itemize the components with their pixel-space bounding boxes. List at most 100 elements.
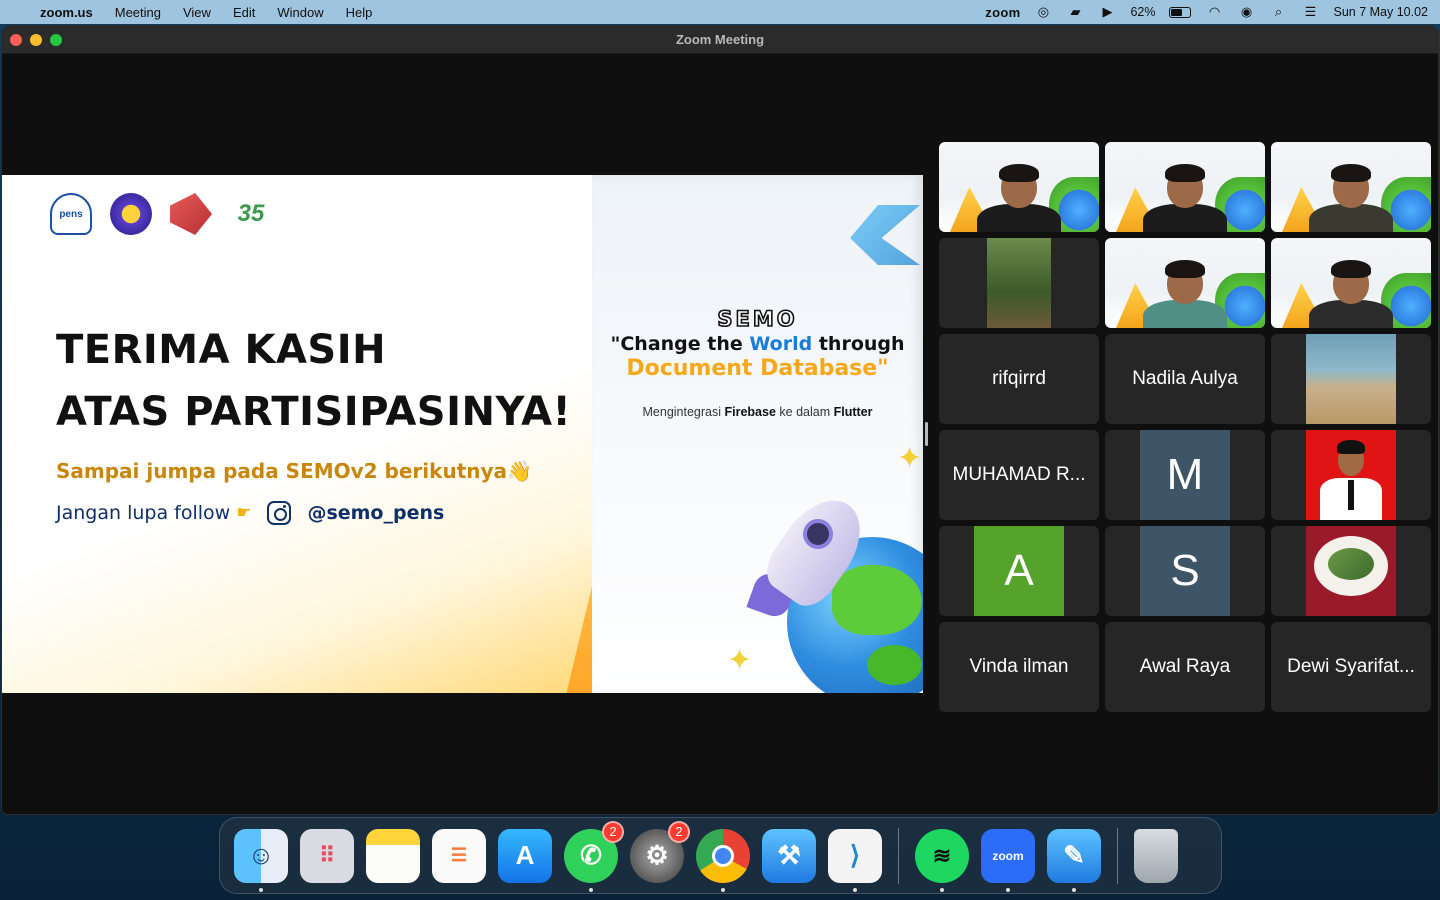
menu-window[interactable]: Window — [277, 5, 323, 20]
notes-icon[interactable] — [366, 828, 420, 883]
developer-tool-icon[interactable]: ✎ — [1047, 828, 1101, 892]
whatsapp-icon[interactable]: ✆ 2 — [564, 820, 624, 892]
battery-percent: 62% — [1130, 5, 1156, 19]
participant-video — [1135, 164, 1235, 232]
zoom-icon-label: zoom — [992, 848, 1024, 863]
org-logo — [110, 193, 152, 235]
participant-gallery: rifqirrd Nadila Aulya MUHAMAD R... M A S… — [939, 142, 1433, 712]
participant-video-tile-active-speaker[interactable] — [1105, 142, 1265, 232]
menu-help[interactable]: Help — [346, 5, 373, 20]
dock-separator — [898, 827, 899, 884]
subtitle-pre: Mengintegrasi — [642, 405, 725, 419]
headline: "Change the World through — [592, 333, 923, 355]
slide-right-panel: SEMO "Change the World through Document … — [592, 175, 923, 693]
participant-name: Awal Raya — [1139, 656, 1231, 677]
subtitle-mid: ke dalam — [775, 405, 834, 419]
participant-tile[interactable]: A — [939, 526, 1099, 616]
participant-tile[interactable]: MUHAMAD R... — [939, 430, 1099, 520]
zoom-status-icon[interactable]: zoom — [985, 5, 1020, 20]
follow-row: Jangan lupa follow ☛ @semo_pens — [56, 501, 444, 525]
user-icon[interactable]: ◉ — [1237, 4, 1255, 19]
participant-avatar: M — [1140, 430, 1230, 520]
participant-video-tile[interactable] — [939, 238, 1099, 328]
flutter-logo-graphic — [850, 205, 920, 265]
participant-video — [987, 238, 1051, 328]
participant-video — [1301, 260, 1401, 328]
participant-video-tile[interactable] — [1105, 238, 1265, 328]
globe-land — [832, 565, 922, 635]
sync-icon[interactable]: ◎ — [1034, 4, 1052, 19]
running-indicator — [1072, 887, 1076, 892]
thanks-line-1: TERIMA KASIH — [56, 327, 387, 373]
finder-icon[interactable]: ☺ — [234, 828, 288, 892]
decafit-logo — [170, 193, 212, 235]
participant-video-tile[interactable] — [1271, 142, 1431, 232]
window-controls — [10, 34, 62, 46]
battery-icon[interactable] — [1169, 6, 1192, 18]
control-center-icon[interactable]: ☰ — [1301, 4, 1319, 19]
subtitle-firebase: Firebase — [724, 405, 776, 419]
participant-tile[interactable]: Awal Raya — [1105, 622, 1265, 712]
vscode-icon[interactable]: ⟩ — [828, 828, 882, 892]
subtitle-flutter: Flutter — [833, 405, 873, 419]
launchpad-icon[interactable]: ⠿ — [300, 828, 354, 883]
participant-name: MUHAMAD R... — [952, 464, 1086, 485]
participant-tile[interactable]: Vinda ilman — [939, 622, 1099, 712]
subtitle: Mengintegrasi Firebase ke dalam Flutter — [592, 405, 923, 419]
whatsapp-badge: 2 — [602, 820, 624, 843]
sparkle-icon: ✦ — [897, 442, 923, 475]
participant-video — [969, 164, 1069, 232]
participant-photo — [1306, 334, 1396, 424]
participant-tile[interactable] — [1271, 334, 1431, 424]
pens-logo: pens — [50, 193, 92, 235]
menu-bar: zoom.us Meeting View Edit Window Help zo… — [0, 0, 1440, 24]
headline-pre: "Change the — [610, 333, 750, 355]
participant-tile[interactable]: M — [1105, 430, 1265, 520]
menu-edit[interactable]: Edit — [233, 5, 255, 20]
participant-video-tile[interactable] — [1271, 238, 1431, 328]
wifi-icon[interactable]: ◠ — [1205, 4, 1223, 19]
spotify-icon[interactable]: ≋ — [915, 828, 969, 892]
trash-icon[interactable] — [1134, 828, 1178, 883]
menu-app-name[interactable]: zoom.us — [40, 5, 93, 20]
notification-icon[interactable]: ▰ — [1066, 4, 1084, 19]
window-title: Zoom Meeting — [675, 32, 765, 47]
minimize-button[interactable] — [30, 34, 42, 46]
semo-title: SEMO — [717, 306, 798, 332]
menu-view[interactable]: View — [183, 5, 211, 20]
dock-separator — [1117, 827, 1118, 884]
participant-avatar: A — [974, 526, 1064, 616]
participant-tile[interactable]: rifqirrd — [939, 334, 1099, 424]
fullscreen-button[interactable] — [50, 34, 62, 46]
participant-name: rifqirrd — [992, 368, 1046, 389]
menu-meeting[interactable]: Meeting — [115, 5, 161, 20]
datetime[interactable]: Sun 7 May 10.02 — [1333, 5, 1428, 19]
close-button[interactable] — [10, 34, 22, 46]
participant-tile[interactable] — [1271, 430, 1431, 520]
instagram-icon — [267, 501, 292, 525]
xcode-icon[interactable]: ⚒ — [762, 828, 816, 883]
search-icon[interactable]: ⌕ — [1269, 4, 1287, 19]
follow-text: Jangan lupa follow — [56, 502, 231, 524]
slide-left-panel: pens 35 TERIMA KASIH ATAS PARTISIPASINYA… — [2, 175, 592, 693]
logo-row: pens 35 — [50, 193, 272, 235]
chrome-icon[interactable] — [696, 828, 750, 892]
battery-fill — [1171, 8, 1183, 16]
play-icon[interactable]: ▶ — [1098, 4, 1116, 19]
participant-avatar: S — [1140, 526, 1230, 616]
participant-tile[interactable] — [1271, 526, 1431, 616]
shared-screen[interactable]: pens 35 TERIMA KASIH ATAS PARTISIPASINYA… — [2, 175, 923, 693]
reminders-icon[interactable]: ☰ — [432, 828, 486, 883]
participant-name: Vinda ilman — [969, 656, 1069, 677]
participant-tile[interactable]: Nadila Aulya — [1105, 334, 1265, 424]
participant-video-tile[interactable] — [939, 142, 1099, 232]
app-store-icon[interactable]: A — [498, 828, 552, 883]
pointing-hand-icon: ☛ — [236, 503, 252, 523]
zoom-icon[interactable]: zoom — [981, 828, 1035, 892]
participant-tile[interactable]: Dewi Syarifat... — [1271, 622, 1431, 712]
instagram-handle: @semo_pens — [307, 502, 445, 524]
participant-tile[interactable]: S — [1105, 526, 1265, 616]
system-settings-icon[interactable]: ⚙ 2 — [630, 820, 690, 883]
resize-handle[interactable] — [925, 422, 928, 446]
sparkle-icon: ✦ — [727, 644, 753, 677]
